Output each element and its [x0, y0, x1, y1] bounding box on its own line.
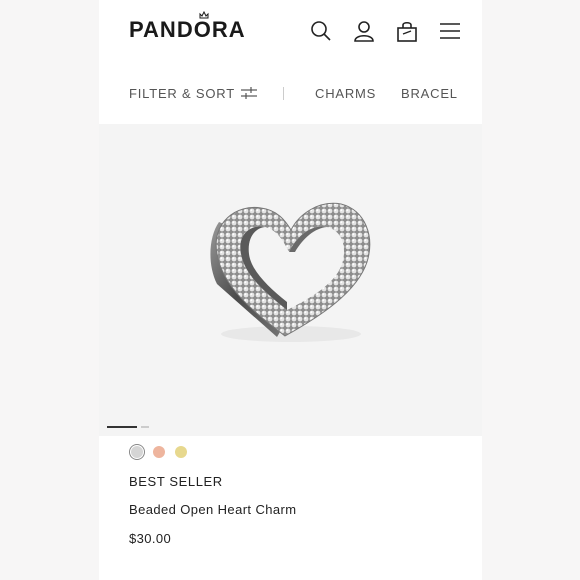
filter-sort-button[interactable]: FILTER & SORT	[129, 86, 235, 101]
swatch-gold[interactable]	[175, 446, 187, 458]
pandora-logo[interactable]: PANDORA	[129, 17, 246, 43]
best-seller-badge: BEST SELLER	[129, 474, 223, 489]
heart-charm-image	[210, 202, 371, 342]
account-icon[interactable]	[353, 20, 375, 42]
search-icon[interactable]	[310, 20, 332, 42]
crown-icon	[199, 11, 209, 19]
carousel-progress-active	[107, 426, 137, 428]
product-image[interactable]	[99, 124, 482, 436]
category-nav: FILTER & SORT CHARMS BRACEL	[99, 62, 482, 124]
carousel-progress-track	[141, 426, 149, 428]
product-name[interactable]: Beaded Open Heart Charm	[129, 502, 296, 517]
mobile-page: PANDORA FILTER & SORT CHARMS BRACEL BEST…	[99, 0, 482, 580]
nav-item-bracelets[interactable]: BRACEL	[401, 86, 458, 101]
nav-item-charms[interactable]: CHARMS	[315, 86, 376, 101]
swatch-silver[interactable]	[131, 446, 143, 458]
site-header: PANDORA	[99, 0, 482, 62]
nav-divider	[283, 87, 284, 100]
menu-icon[interactable]	[439, 20, 461, 42]
product-price: $30.00	[129, 531, 172, 546]
filter-sliders-icon[interactable]	[241, 86, 257, 100]
bag-icon[interactable]	[396, 20, 418, 42]
swatch-rose-gold[interactable]	[153, 446, 165, 458]
